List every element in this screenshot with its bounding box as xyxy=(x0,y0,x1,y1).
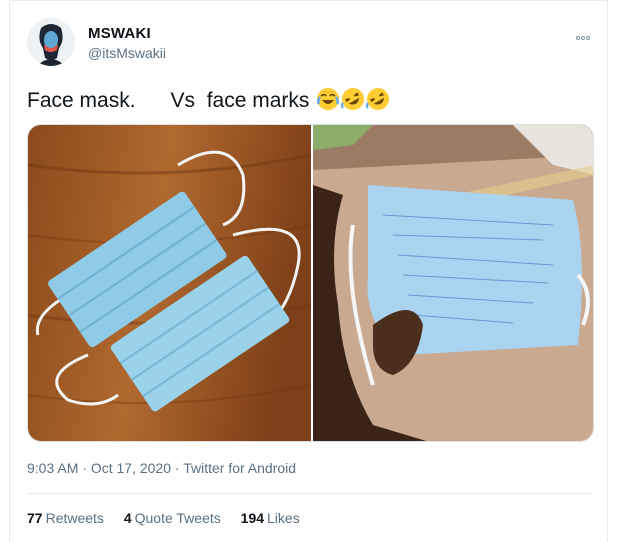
author-display-name[interactable]: MSWAKI xyxy=(88,25,151,42)
quote-tweets-stat[interactable]: 4 Quote Tweets xyxy=(124,510,221,526)
retweets-label: Retweets xyxy=(45,510,104,526)
likes-stat[interactable]: 194 Likes xyxy=(241,510,300,526)
tweet-text: Face mask. Vs face marks xyxy=(27,87,390,117)
face-with-tears-of-joy-icon xyxy=(316,87,340,117)
tweet-meta: 9:03 AM · Oct 17, 2020 · Twitter for And… xyxy=(27,460,296,476)
avatar-illustration-icon xyxy=(27,18,75,66)
retweets-stat[interactable]: 77 Retweets xyxy=(27,510,104,526)
avatar[interactable] xyxy=(27,18,75,66)
tweet-stats: 77 Retweets 4 Quote Tweets 194 Likes xyxy=(27,510,316,526)
tweet-date[interactable]: Oct 17, 2020 xyxy=(91,460,171,476)
tweet-body: Face mask. Vs face marks xyxy=(27,89,316,112)
likes-count: 194 xyxy=(240,510,265,526)
likes-label: Likes xyxy=(267,510,300,526)
meta-separator: · xyxy=(171,460,184,476)
tweet-card: MSWAKI @itsMswakii Face mask. Vs face ma… xyxy=(9,0,608,542)
divider xyxy=(27,493,594,494)
rolling-on-floor-laughing-icon xyxy=(366,87,390,117)
tweet-source[interactable]: Twitter for Android xyxy=(183,460,296,476)
media-image-right[interactable] xyxy=(313,125,593,441)
more-horizontal-icon xyxy=(576,36,580,40)
more-options-button[interactable] xyxy=(576,27,596,40)
meta-separator: · xyxy=(78,460,91,476)
tweet-time[interactable]: 9:03 AM xyxy=(27,460,78,476)
quotes-count: 4 xyxy=(123,510,132,526)
author-handle[interactable]: @itsMswakii xyxy=(88,45,166,61)
retweets-count: 77 xyxy=(27,510,43,526)
tweet-media xyxy=(27,124,594,442)
rolling-on-floor-laughing-icon xyxy=(341,87,365,117)
media-image-left[interactable] xyxy=(28,125,312,441)
quotes-label: Quote Tweets xyxy=(134,510,221,526)
